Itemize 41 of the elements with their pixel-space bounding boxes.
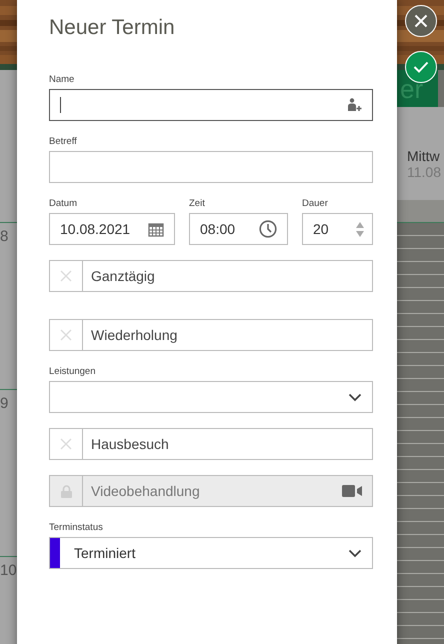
toggle-label: Videobehandlung <box>90 482 201 501</box>
decrement-icon[interactable] <box>356 230 364 236</box>
all-day-band <box>397 200 444 222</box>
field-label: Betreff <box>49 136 78 147</box>
toggle-field[interactable]: Wiederholung <box>49 319 373 351</box>
checkmark-icon <box>413 61 429 73</box>
hour-label: 9 <box>0 394 10 412</box>
status-select[interactable]: Terminiert <box>49 537 373 569</box>
clock-icon[interactable] <box>259 220 277 238</box>
time-field[interactable]: 08:00 <box>189 213 288 245</box>
cross-icon <box>60 329 72 341</box>
dialog-title: Neuer Termin <box>49 16 176 40</box>
chevron-down-icon[interactable] <box>348 392 362 402</box>
weekday-label: Mittw <box>407 148 441 164</box>
field-label: Terminstatus <box>49 522 104 533</box>
number-field[interactable]: 20 <box>302 213 373 245</box>
hour-label: 10 <box>0 561 17 579</box>
toggle-label: Ganztägig <box>90 267 156 286</box>
calendar-icon[interactable] <box>148 222 164 236</box>
video-camera-icon <box>342 485 362 497</box>
input-field[interactable] <box>49 89 373 121</box>
close-icon <box>414 14 428 28</box>
lock-icon <box>60 484 72 498</box>
cross-icon <box>60 438 72 450</box>
chevron-down-icon[interactable] <box>348 548 362 558</box>
toggle-label: Wiederholung <box>90 326 178 345</box>
cross-icon <box>60 270 72 282</box>
hour-label: 8 <box>0 227 10 245</box>
field-label: Name <box>49 74 76 85</box>
toggle-field[interactable]: Hausbesuch <box>49 428 373 460</box>
toggle-field[interactable]: Ganztägig <box>49 260 373 292</box>
field-label: Dauer <box>302 198 329 209</box>
increment-icon[interactable] <box>356 222 364 228</box>
field-label: Datum <box>49 198 78 209</box>
input-field[interactable] <box>49 151 373 183</box>
select-field[interactable] <box>49 381 373 413</box>
field-label: Zeit <box>189 198 206 209</box>
field-label: Leistungen <box>49 366 96 377</box>
toggle-label: Hausbesuch <box>90 435 170 454</box>
add-person-icon[interactable] <box>347 98 362 112</box>
date-field[interactable]: 10.08.2021 <box>49 213 175 245</box>
